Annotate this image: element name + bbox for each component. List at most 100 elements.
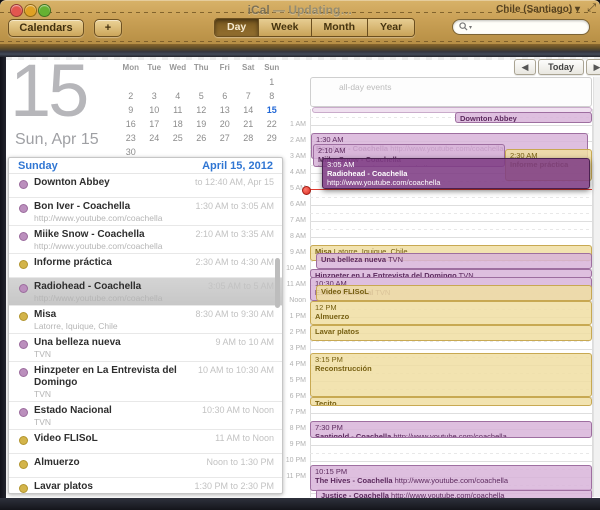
mini-calendar-day[interactable]: 17 <box>143 117 167 131</box>
half-hour-line <box>310 213 592 214</box>
list-item-downton-abbey[interactable]: Downton Abbeyto 12:40 AM, Apr 15 <box>9 174 282 198</box>
event-title: Una belleza nueva <box>321 255 386 264</box>
calendar-color-dot <box>19 460 28 469</box>
mini-calendar-day[interactable]: 13 <box>213 103 237 117</box>
event-time: 2:10 AM to 3:35 AM <box>189 229 274 240</box>
timeline-event-tecito[interactable]: Tecito <box>310 397 592 406</box>
list-item-lavar-platos[interactable]: Lavar platos1:30 PM to 2:30 PM <box>9 478 282 494</box>
mini-calendar-day[interactable]: 20 <box>213 117 237 131</box>
mini-calendar-day[interactable]: 14 <box>237 103 261 117</box>
mini-calendar-day[interactable]: 3 <box>143 89 167 103</box>
mini-calendar-day[interactable]: 16 <box>119 117 143 131</box>
list-item-misa[interactable]: MisaLatorre, Iquique, Chile8:30 AM to 9:… <box>9 306 282 334</box>
list-item-estado-nacional[interactable]: Estado NacionalTVN10:30 AM to Noon <box>9 402 282 430</box>
search-field[interactable]: ▾ <box>452 19 590 35</box>
mini-calendar-day[interactable]: 28 <box>237 131 261 145</box>
timeline-event-downton-abbey[interactable]: Downton Abbey <box>455 112 592 123</box>
mini-calendar-day[interactable]: 1 <box>260 75 284 89</box>
timeline-event-santigold[interactable]: 7:30 PMSantigold - Coachella http://www.… <box>310 421 592 438</box>
fullscreen-icon[interactable]: ⤢ <box>587 2 596 15</box>
event-title: Santigold - Coachella <box>315 432 391 438</box>
timeline-event-una-belleza-nueva[interactable]: Una belleza nueva TVN <box>316 253 592 269</box>
big-day-number: 15 <box>10 48 86 133</box>
list-item-video-flisol[interactable]: Video FLISoL11 AM to Noon <box>9 430 282 454</box>
calendar-color-dot <box>19 484 28 493</box>
event-start-time: 10:15 PM <box>315 467 587 476</box>
mini-calendar-empty <box>166 75 190 89</box>
timeline-event-video-flisol[interactable]: Video FLISoL <box>316 285 592 301</box>
event-start-time: 3:15 PM <box>315 355 587 364</box>
list-item-una-belleza-nueva[interactable]: Una belleza nuevaTVN9 AM to 10 AM <box>9 334 282 362</box>
mini-calendar-day[interactable]: 27 <box>213 131 237 145</box>
list-item-almuerzo[interactable]: AlmuerzoNoon to 1:30 PM <box>9 454 282 478</box>
list-item-miike-snow[interactable]: Miike Snow - Coachellahttp://www.youtube… <box>9 226 282 254</box>
hour-label: 1 AM <box>268 121 306 128</box>
tab-day[interactable]: Day <box>215 19 259 36</box>
event-title: Downton Abbey <box>460 114 517 123</box>
mini-calendar-day[interactable]: 8 <box>260 89 284 103</box>
day-label: Sun, Apr 15 <box>15 131 99 149</box>
event-title: Lavar platos <box>315 327 359 336</box>
mini-calendar-day[interactable]: 18 <box>166 117 190 131</box>
all-day-events-box[interactable]: all-day events <box>310 77 592 107</box>
tab-month[interactable]: Month <box>312 19 369 36</box>
event-subtitle: http://www.youtube.com/coachella <box>393 476 508 485</box>
toolbar-seam <box>0 44 600 57</box>
mini-calendar-day[interactable]: 5 <box>190 89 214 103</box>
mini-calendar-day[interactable]: 25 <box>166 131 190 145</box>
mini-calendar-day[interactable]: 10 <box>143 103 167 117</box>
list-item-informe-practica[interactable]: Informe práctica2:30 AM to 4:30 AM <box>9 254 282 278</box>
mini-calendar-grid: MonTueWedThuFriSatSun1234567891011121314… <box>119 61 285 159</box>
mini-calendar-day[interactable]: 6 <box>213 89 237 103</box>
list-item-radiohead[interactable]: Radiohead - Coachellahttp://www.youtube.… <box>9 278 282 306</box>
mini-calendar-day[interactable]: 21 <box>237 117 261 131</box>
mini-calendar-day[interactable]: 2 <box>119 89 143 103</box>
timeline-event-almuerzo[interactable]: 12 PMAlmuerzo <box>310 301 592 325</box>
mini-calendar-empty <box>143 75 167 89</box>
mini-calendar-day[interactable]: 7 <box>237 89 261 103</box>
mini-calendar-day[interactable]: 4 <box>166 89 190 103</box>
event-subtitle: TVN <box>34 417 112 427</box>
weekday-header: Wed <box>166 61 190 75</box>
hour-label: 6 PM <box>268 393 306 400</box>
calendars-button[interactable]: Calendars <box>8 19 84 37</box>
event-title: Hinzpeter en La Entrevista del Domingo <box>34 365 192 389</box>
half-hour-line <box>310 453 592 454</box>
event-start-time: 1:30 AM <box>316 135 583 144</box>
timezone-selector[interactable]: Chile (Santiago) ▾ <box>496 4 580 15</box>
list-item-hinzpeter[interactable]: Hinzpeter en La Entrevista del DomingoTV… <box>9 362 282 402</box>
mini-calendar-day[interactable]: 9 <box>119 103 143 117</box>
today-button[interactable]: Today <box>538 59 584 75</box>
event-title: Video FLISoL <box>321 287 369 296</box>
mini-calendar-day[interactable]: 11 <box>166 103 190 117</box>
mini-calendar-day[interactable]: 23 <box>119 131 143 145</box>
search-input[interactable] <box>472 21 583 34</box>
calendar-color-dot <box>19 204 28 213</box>
timeline-event-the-hives[interactable]: 10:15 PMThe Hives - Coachella http://www… <box>310 465 592 491</box>
event-title: Estado Nacional <box>34 405 112 417</box>
hour-label: 1 PM <box>268 313 306 320</box>
hour-label: 8 PM <box>268 425 306 432</box>
timeline-event-lavar-platos[interactable]: Lavar platos <box>310 325 592 341</box>
event-title: Downton Abbey <box>34 177 110 189</box>
prev-day-button[interactable]: ◀ <box>514 59 536 75</box>
hour-label: 7 AM <box>268 217 306 224</box>
mini-calendar-day[interactable]: 19 <box>190 117 214 131</box>
tab-week[interactable]: Week <box>259 19 311 36</box>
mini-calendar-day[interactable]: 26 <box>190 131 214 145</box>
add-event-button[interactable]: + <box>94 19 122 37</box>
weekday-header: Mon <box>119 61 143 75</box>
hour-label: 10 PM <box>268 457 306 464</box>
timeline-event-radiohead[interactable]: 3:05 AMRadiohead - Coachellahttp://www.y… <box>322 158 590 189</box>
mini-calendar-day[interactable]: 15 <box>260 103 284 117</box>
timeline-event-reconstruccion[interactable]: 3:15 PMReconstrucción <box>310 353 592 397</box>
desktop-edge-left <box>0 57 6 498</box>
list-item-bon-iver[interactable]: Bon Iver - Coachellahttp://www.youtube.c… <box>9 198 282 226</box>
hour-label: 4 AM <box>268 169 306 176</box>
mini-calendar-day[interactable]: 12 <box>190 103 214 117</box>
event-list-items: Downton Abbeyto 12:40 AM, Apr 15Bon Iver… <box>9 174 282 494</box>
timeline-scrollbar[interactable] <box>593 77 600 497</box>
next-day-button[interactable]: ▶ <box>586 59 600 75</box>
tab-year[interactable]: Year <box>368 19 414 36</box>
mini-calendar-day[interactable]: 24 <box>143 131 167 145</box>
